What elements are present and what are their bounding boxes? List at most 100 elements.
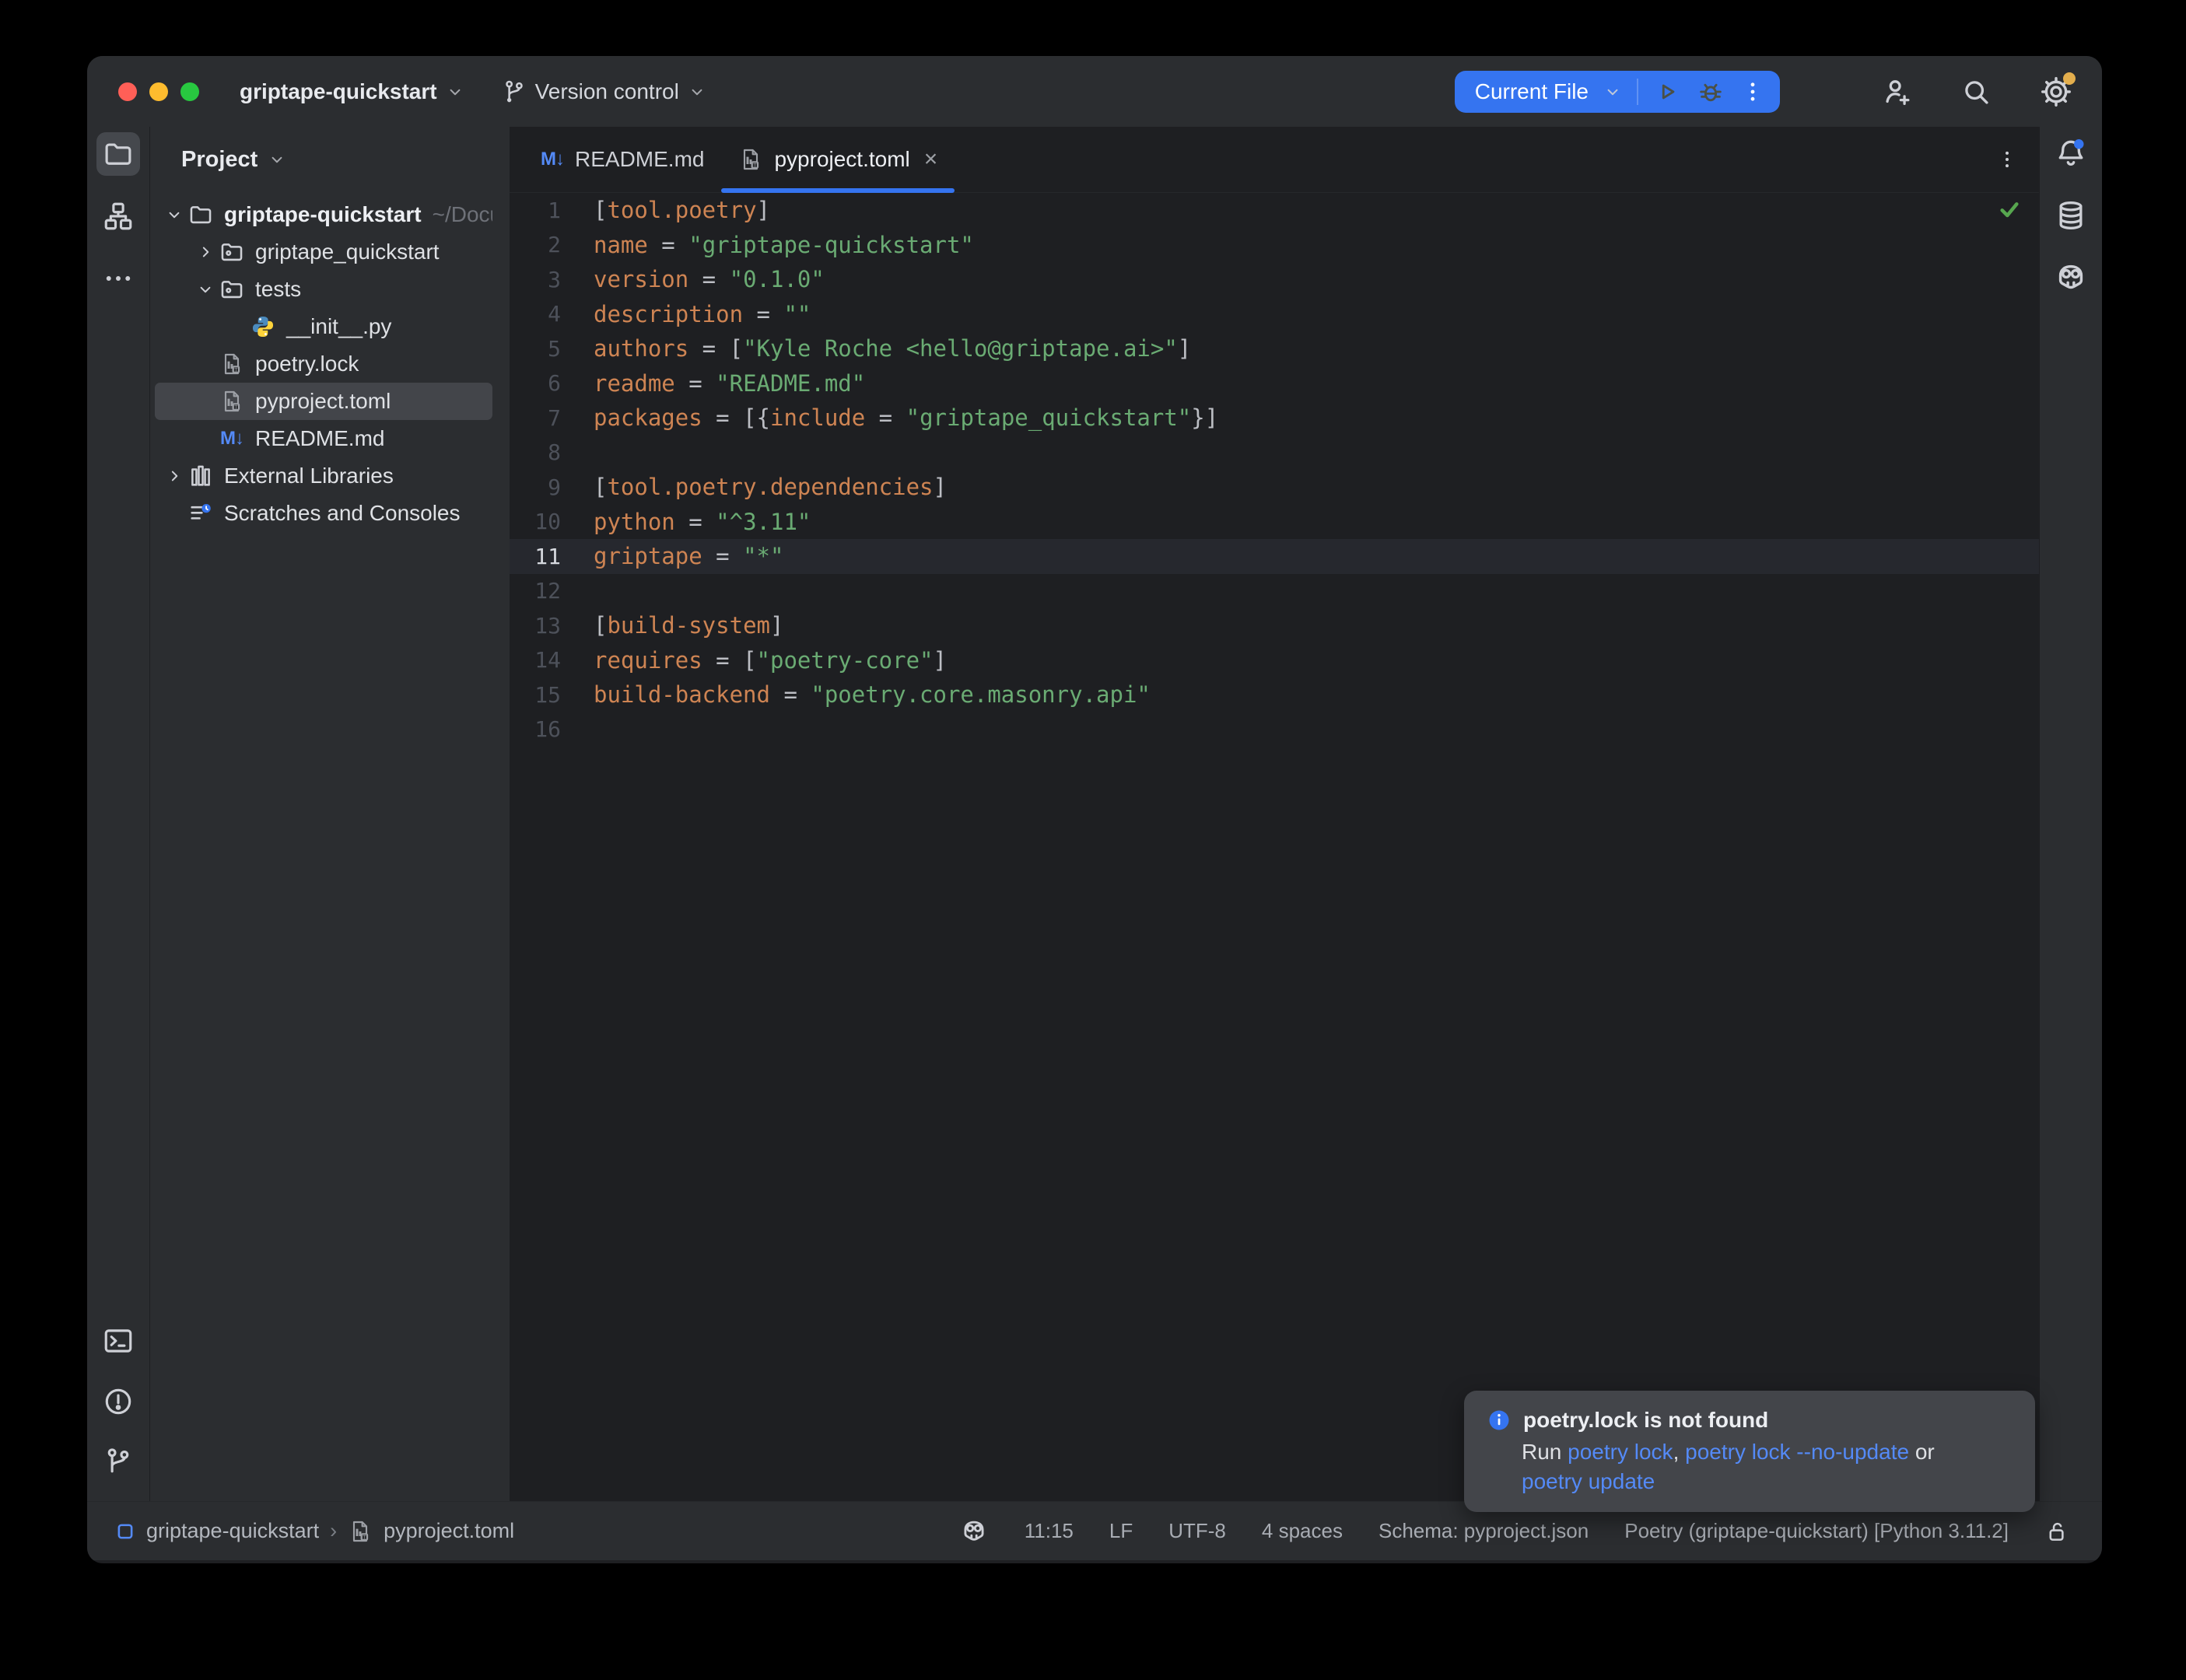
code-line-11[interactable]: 11griptape = "*" bbox=[510, 539, 2039, 574]
tree-item-poetry-lock[interactable]: [T]poetry.lock bbox=[155, 345, 492, 383]
chevron-right-icon[interactable] bbox=[192, 242, 219, 262]
settings-gear-icon[interactable] bbox=[2038, 74, 2074, 110]
tab-label: README.md bbox=[575, 147, 704, 172]
code-line-10[interactable]: 10python = "^3.11" bbox=[510, 505, 2039, 540]
chevron-down-icon bbox=[687, 82, 707, 102]
notification-text: , bbox=[1673, 1440, 1686, 1464]
more-vertical-icon[interactable] bbox=[1739, 79, 1766, 105]
chevron-down-icon[interactable] bbox=[192, 279, 219, 299]
notification-link[interactable]: poetry update bbox=[1522, 1469, 1655, 1493]
project-panel-header[interactable]: Project bbox=[150, 127, 510, 192]
code-line-1[interactable]: 1[tool.poetry] bbox=[510, 193, 2039, 228]
code-line-12[interactable]: 12 bbox=[510, 574, 2039, 609]
tree-item-griptape-quickstart[interactable]: griptape-quickstart ~/Docume bbox=[155, 196, 492, 233]
status-json-schema[interactable]: Schema: pyproject.json bbox=[1379, 1519, 1589, 1543]
add-user-icon[interactable] bbox=[1879, 75, 1914, 109]
copilot-icon[interactable] bbox=[959, 1517, 989, 1546]
notification-link[interactable]: poetry lock --no-update bbox=[1685, 1440, 1909, 1464]
code-text: name = "griptape-quickstart" bbox=[589, 232, 974, 258]
code-line-2[interactable]: 2name = "griptape-quickstart" bbox=[510, 228, 2039, 263]
code-text: version = "0.1.0" bbox=[589, 266, 825, 292]
tab-options-icon[interactable] bbox=[1995, 148, 2019, 171]
zoom-window-button[interactable] bbox=[180, 82, 199, 101]
code-text: griptape = "*" bbox=[589, 543, 783, 569]
database-icon bbox=[2054, 198, 2088, 233]
vcs-selector[interactable]: Version control bbox=[501, 79, 707, 105]
titlebar-actions bbox=[1879, 74, 2074, 110]
code-line-14[interactable]: 14requires = ["poetry-core"] bbox=[510, 643, 2039, 678]
tree-item--init-py[interactable]: __init__.py bbox=[155, 308, 492, 345]
editor-tab-pyproject-toml[interactable]: [T]pyproject.toml× bbox=[721, 127, 955, 192]
svg-text:[T]: [T] bbox=[233, 404, 239, 410]
code-line-8[interactable]: 8 bbox=[510, 436, 2039, 471]
tool-strip-button-more[interactable] bbox=[96, 257, 140, 300]
code-line-16[interactable]: 16 bbox=[510, 712, 2039, 747]
code-line-7[interactable]: 7packages = [{include = "griptape_quicks… bbox=[510, 401, 2039, 436]
tool-strip-button-terminal[interactable] bbox=[96, 1319, 140, 1363]
chevron-down-icon[interactable] bbox=[161, 205, 187, 225]
tool-strip-button-notifications-bell[interactable] bbox=[2049, 131, 2093, 175]
status-caret-position[interactable]: 11:15 bbox=[1025, 1519, 1074, 1543]
breadcrumb[interactable]: griptape-quickstart›[T]pyproject.toml bbox=[115, 1519, 514, 1544]
editor-tab-readme-md[interactable]: M↓README.md bbox=[524, 127, 721, 192]
tree-item-tests[interactable]: tests bbox=[155, 271, 492, 308]
breadcrumb-item[interactable]: pyproject.toml bbox=[384, 1519, 514, 1543]
status-widgets: 11:15 LF UTF-8 4 spaces Schema: pyproject.js… bbox=[959, 1517, 2071, 1546]
code-line-9[interactable]: 9[tool.poetry.dependencies] bbox=[510, 470, 2039, 505]
tree-item-pyproject-toml[interactable]: [T]pyproject.toml bbox=[155, 383, 492, 420]
tool-strip-button-database[interactable] bbox=[2049, 194, 2093, 237]
left-tool-strip bbox=[87, 127, 150, 1501]
tree-item-label: griptape-quickstart bbox=[224, 202, 422, 227]
line-number: 6 bbox=[510, 370, 589, 396]
tool-strip-button-problems[interactable] bbox=[96, 1380, 140, 1423]
code-line-6[interactable]: 6readme = "README.md" bbox=[510, 366, 2039, 401]
desktop-background: griptape-quickstart Version control Curr… bbox=[0, 0, 2186, 1680]
tree-item-label: tests bbox=[255, 277, 301, 302]
play-icon[interactable] bbox=[1652, 77, 1682, 107]
tool-strip-button-ai-assistant[interactable] bbox=[2049, 256, 2093, 299]
code-line-3[interactable]: 3version = "0.1.0" bbox=[510, 262, 2039, 297]
code-text: packages = [{include = "griptape_quickst… bbox=[589, 404, 1218, 431]
line-number: 7 bbox=[510, 405, 589, 431]
status-file-encoding[interactable]: UTF-8 bbox=[1168, 1519, 1226, 1543]
debug-icon[interactable] bbox=[1696, 77, 1725, 107]
tool-strip-button-project-folder[interactable] bbox=[96, 132, 140, 176]
tree-item-path-hint: ~/Docume bbox=[433, 202, 492, 227]
markdown-icon: M↓ bbox=[220, 428, 243, 450]
status-line-separator[interactable]: LF bbox=[1109, 1519, 1133, 1543]
line-number: 3 bbox=[510, 267, 589, 292]
unlock-icon[interactable] bbox=[2044, 1518, 2071, 1545]
notification-text: Run bbox=[1522, 1440, 1568, 1464]
run-configuration-widget[interactable]: Current File bbox=[1455, 71, 1780, 113]
line-number: 4 bbox=[510, 301, 589, 327]
tree-item-label: poetry.lock bbox=[255, 352, 359, 376]
code-line-5[interactable]: 5authors = ["Kyle Roche <hello@griptape.… bbox=[510, 331, 2039, 366]
code-line-15[interactable]: 15build-backend = "poetry.core.masonry.a… bbox=[510, 677, 2039, 712]
breadcrumb-item[interactable]: griptape-quickstart bbox=[146, 1519, 319, 1543]
close-window-button[interactable] bbox=[118, 82, 137, 101]
status-indent-style[interactable]: 4 spaces bbox=[1262, 1519, 1343, 1543]
tree-item-scratches-and-consoles[interactable]: Scratches and Consoles bbox=[155, 495, 492, 532]
project-panel-title: Project bbox=[181, 147, 257, 173]
tree-item-griptape-quickstart[interactable]: griptape_quickstart bbox=[155, 233, 492, 271]
code-line-13[interactable]: 13[build-system] bbox=[510, 608, 2039, 643]
status-python-interpreter[interactable]: Poetry (griptape-quickstart) [Python 3.1… bbox=[1624, 1519, 2009, 1543]
code-line-4[interactable]: 4description = "" bbox=[510, 297, 2039, 332]
line-number: 11 bbox=[510, 544, 589, 569]
code-text: readme = "README.md" bbox=[589, 370, 865, 397]
close-tab-icon[interactable]: × bbox=[924, 146, 938, 173]
notification-popup[interactable]: poetry.lock is not found Run poetry lock… bbox=[1464, 1391, 2035, 1512]
tool-strip-button-version-control[interactable] bbox=[96, 1440, 140, 1484]
tree-item-label: Scratches and Consoles bbox=[224, 501, 461, 526]
minimize-window-button[interactable] bbox=[149, 82, 168, 101]
inspections-ok-icon[interactable] bbox=[1997, 197, 2022, 222]
tree-item-external-libraries[interactable]: External Libraries bbox=[155, 457, 492, 495]
code-editor[interactable]: 1[tool.poetry]2name = "griptape-quicksta… bbox=[510, 193, 2039, 1501]
tree-item-readme-md[interactable]: M↓README.md bbox=[155, 420, 492, 457]
tool-strip-button-structure[interactable] bbox=[96, 194, 140, 238]
project-selector[interactable]: griptape-quickstart bbox=[240, 79, 465, 104]
search-icon[interactable] bbox=[1959, 75, 1993, 109]
chevron-right-icon[interactable] bbox=[161, 466, 187, 486]
notification-link[interactable]: poetry lock bbox=[1568, 1440, 1673, 1464]
code-text: [tool.poetry.dependencies] bbox=[589, 474, 947, 500]
